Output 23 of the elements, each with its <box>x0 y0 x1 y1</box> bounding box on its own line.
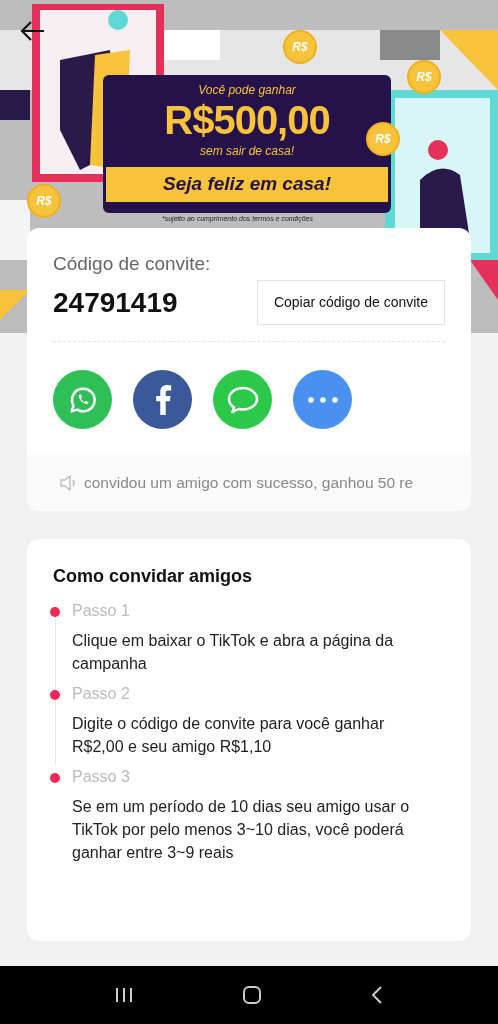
promo-amount: R$500,00 <box>164 97 330 143</box>
howto-title: Como convidar amigos <box>53 565 254 588</box>
promo-kicker: Você pode ganhar <box>198 83 296 97</box>
home-icon[interactable] <box>242 985 262 1005</box>
step-label: Passo 2 <box>72 684 131 704</box>
speaker-icon <box>60 475 78 491</box>
back-icon[interactable] <box>371 986 384 1004</box>
step-text: Clique em baixar o TikTok e abra a página da campanha <box>72 631 395 674</box>
invite-code-label: Código de convite: <box>53 252 212 276</box>
invite-code: 24791419 <box>53 285 178 320</box>
more-icon <box>307 396 338 403</box>
facebook-icon <box>153 384 172 415</box>
speech-bubble-icon <box>226 384 259 415</box>
step-label: Passo 1 <box>72 601 131 621</box>
step-label: Passo 3 <box>72 767 131 787</box>
promo-subtitle: sem sair de casa! <box>199 143 294 159</box>
ticker-text: convidou um amigo com sucesso, ganhou 50 re <box>84 473 414 494</box>
copy-code-button[interactable]: Copiar código de convite <box>256 280 445 325</box>
step-text: Digite o código de convite para você ganhar R$2,00 e seu amigo R$1,10 <box>72 714 386 757</box>
promo-cta: Seja feliz em casa! <box>163 172 331 197</box>
back-arrow-icon[interactable] <box>20 20 45 42</box>
step-text: Se em um período de 10 dias seu amigo usar o TikTok por pelo menos 3~10 dias, você poderá ganhar entre 3~9 reais <box>72 797 411 863</box>
recent-apps-icon[interactable] <box>114 987 133 1003</box>
